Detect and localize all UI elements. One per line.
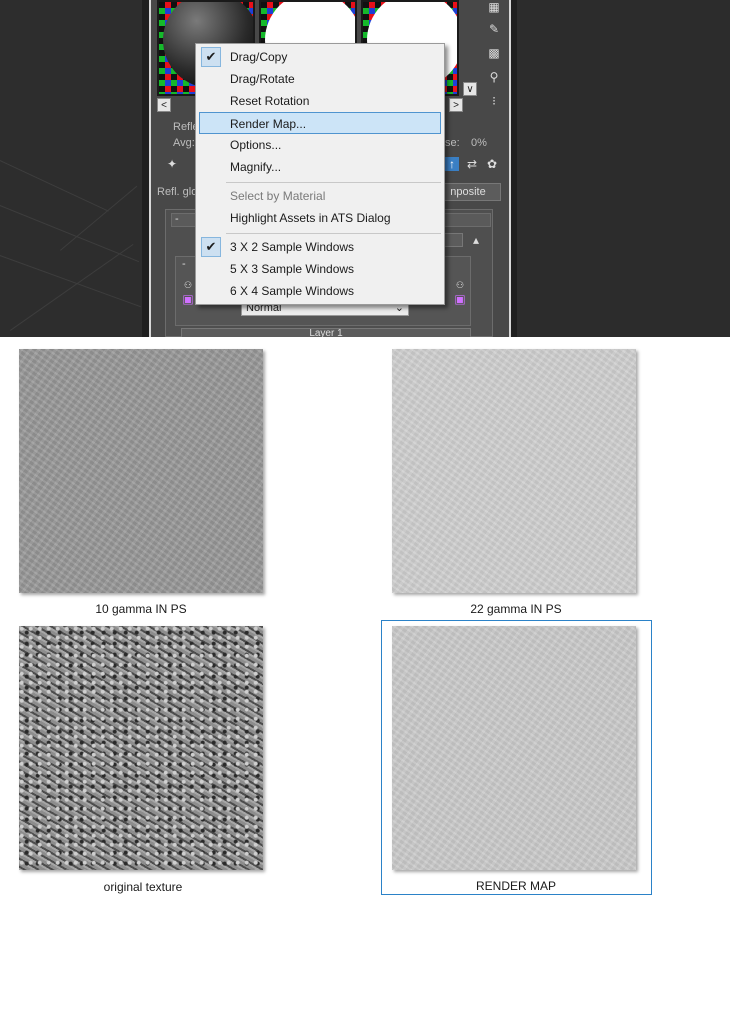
- map-icon[interactable]: ▣: [181, 292, 195, 306]
- avg-label: Avg:: [173, 137, 195, 149]
- color-swatch[interactable]: [443, 233, 463, 247]
- texture-original: [19, 626, 263, 870]
- layer-collapse-toggle[interactable]: -: [182, 258, 186, 270]
- visibility-icon[interactable]: ⚇: [181, 278, 195, 292]
- texture-22-gamma: [392, 349, 636, 593]
- texture-caption: 22 gamma IN PS: [470, 602, 562, 616]
- viewport-left[interactable]: [0, 0, 142, 337]
- visibility-icon-right[interactable]: ⚇: [453, 278, 467, 292]
- grid-line: [0, 160, 109, 212]
- go-sibling-icon[interactable]: ⇄: [465, 157, 479, 171]
- texture-render-map: [392, 626, 636, 870]
- menu-item-render-map[interactable]: Render Map...: [199, 112, 441, 134]
- menu-separator: [226, 233, 441, 234]
- collapse-toggle[interactable]: -: [175, 213, 179, 225]
- menu-item-drag-copy[interactable]: ✔ Drag/Copy: [199, 46, 441, 68]
- texture-caption: 10 gamma IN PS: [95, 602, 187, 616]
- layer-1-header[interactable]: Layer 1: [181, 328, 471, 337]
- get-material-icon[interactable]: ✦: [165, 157, 179, 171]
- options-icon[interactable]: ⁝: [487, 94, 501, 108]
- scroll-left-button[interactable]: <: [157, 98, 171, 112]
- go-parent-icon[interactable]: ↑: [445, 157, 459, 171]
- eraser-icon[interactable]: ✎: [487, 22, 501, 36]
- grid-line: [60, 185, 138, 251]
- viewport-right[interactable]: [517, 0, 730, 337]
- menu-item-6x4-sample-windows[interactable]: 6 X 4 Sample Windows: [199, 280, 441, 302]
- menu-item-3x2-sample-windows[interactable]: ✔ 3 X 2 Sample Windows: [199, 236, 441, 258]
- menu-item-reset-rotation[interactable]: Reset Rotation: [199, 90, 441, 112]
- map-icon-right[interactable]: ▣: [453, 292, 467, 306]
- backlight-icon[interactable]: ▦: [487, 0, 501, 14]
- check-icon: ✔: [201, 237, 221, 257]
- menu-item-5x3-sample-windows[interactable]: 5 X 3 Sample Windows: [199, 258, 441, 280]
- chevron-down-icon[interactable]: ∨: [463, 82, 477, 96]
- menu-separator: [226, 182, 441, 183]
- scroll-right-button[interactable]: >: [449, 98, 463, 112]
- grid-line: [10, 243, 134, 331]
- texture-10-gamma: [19, 349, 263, 593]
- magnify-icon[interactable]: ⚲: [487, 70, 501, 84]
- menu-item-options[interactable]: Options...: [199, 134, 441, 156]
- check-icon: ✔: [201, 47, 221, 67]
- menu-item-highlight-assets[interactable]: Highlight Assets in ATS Dialog: [199, 207, 441, 229]
- texture-caption: RENDER MAP: [475, 879, 556, 893]
- menu-item-drag-rotate[interactable]: Drag/Rotate: [199, 68, 441, 90]
- sample-slot-context-menu: ✔ Drag/Copy Drag/Rotate Reset Rotation R…: [195, 43, 445, 305]
- texture-caption: original texture: [103, 880, 183, 894]
- material-map-navigator-icon[interactable]: ✿: [485, 157, 499, 171]
- se-label: se:: [445, 137, 460, 149]
- checker-toggle-icon[interactable]: ▩: [487, 46, 501, 60]
- pin-icon[interactable]: ▴: [469, 233, 483, 247]
- percent-value: 0%: [471, 137, 487, 149]
- grid-line: [0, 255, 141, 308]
- menu-item-magnify[interactable]: Magnify...: [199, 156, 441, 178]
- menu-item-select-by-material: Select by Material: [230, 189, 326, 203]
- app-screenshot: ▦ ✎ ▩ ⚲ ⁝ ∨ < > Refle Avg: se: 0% ✦ ↑ ⇄ …: [0, 0, 730, 337]
- refl-glossiness-label: Refl. glo: [157, 186, 198, 198]
